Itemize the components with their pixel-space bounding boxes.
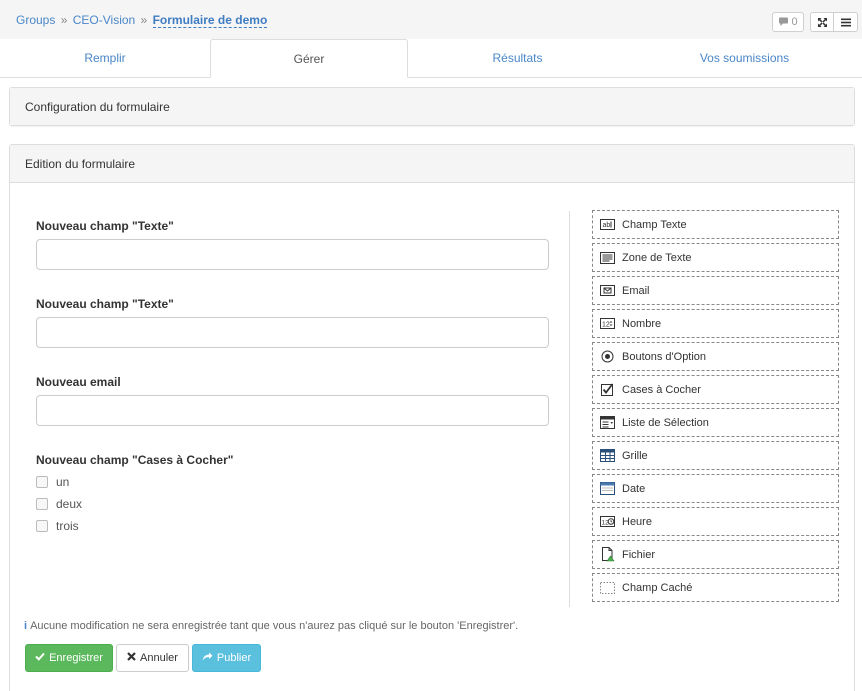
palette-label: Liste de Sélection — [622, 416, 709, 429]
field-label-text-2: Nouveau champ "Texte" — [36, 297, 174, 311]
svg-text:ab: ab — [603, 222, 611, 229]
publish-button[interactable]: Publier — [192, 644, 261, 672]
edit-panel-title: Edition du formulaire — [10, 145, 854, 183]
palette-champ-texte[interactable]: ab Champ Texte — [592, 210, 839, 239]
palette-heure[interactable]: 12 Heure — [592, 507, 839, 536]
palette-label: Boutons d'Option — [622, 350, 707, 363]
palette-label: Champ Texte — [622, 218, 687, 231]
tab-vos-soumissions[interactable]: Vos soumissions — [627, 39, 862, 78]
info-icon: i — [24, 620, 28, 632]
checkbox[interactable] — [36, 498, 48, 510]
config-panel[interactable]: Configuration du formulaire — [9, 87, 855, 126]
tab-resultats[interactable]: Résultats — [408, 39, 627, 78]
palette-nombre[interactable]: 12 Nombre — [592, 309, 839, 338]
share-icon — [202, 652, 213, 664]
comments-count: 0 — [791, 16, 798, 28]
palette-email[interactable]: Email — [592, 276, 839, 305]
checkbox-option-deux[interactable]: deux — [36, 497, 82, 511]
breadcrumb-current-form[interactable]: Formulaire de demo — [152, 13, 268, 28]
config-panel-title[interactable]: Configuration du formulaire — [10, 88, 854, 125]
palette-liste-selection[interactable]: Liste de Sélection — [592, 408, 839, 437]
email-field[interactable] — [36, 395, 549, 426]
checkbox-label: deux — [56, 497, 83, 511]
expand-button[interactable] — [810, 12, 834, 32]
checkbox[interactable] — [36, 476, 48, 488]
cancel-label: Annuler — [140, 652, 178, 664]
breadcrumb-separator: » — [140, 13, 148, 27]
menu-button[interactable] — [834, 12, 858, 32]
comment-icon — [778, 17, 789, 27]
tab-bar: Remplir Gérer Résultats Vos soumissions — [0, 39, 862, 78]
palette-date[interactable]: Date — [592, 474, 839, 503]
number-icon: 12 — [600, 317, 615, 330]
textarea-icon — [600, 251, 615, 264]
file-icon — [600, 547, 615, 562]
tab-remplir[interactable]: Remplir — [0, 39, 210, 78]
close-icon — [127, 652, 136, 664]
palette-label: Cases à Cocher — [622, 383, 701, 396]
radio-icon — [600, 350, 615, 363]
checkbox[interactable] — [36, 520, 48, 532]
checkbox-label: trois — [56, 519, 79, 533]
text-field-icon: ab — [600, 218, 615, 231]
svg-text:12: 12 — [602, 322, 610, 329]
save-label: Enregistrer — [49, 652, 103, 664]
palette-grille[interactable]: Grille — [592, 441, 839, 470]
cancel-button[interactable]: Annuler — [116, 644, 189, 672]
menu-icon — [840, 18, 851, 27]
palette-label: Date — [622, 482, 646, 495]
expand-icon — [817, 17, 828, 28]
clock-icon: 12 — [600, 515, 615, 528]
checkbox-option-trois[interactable]: trois — [36, 519, 79, 533]
palette-label: Email — [622, 284, 650, 297]
select-list-icon — [600, 416, 615, 429]
checkbox-label: un — [56, 475, 70, 489]
checkbox-option-un[interactable]: un — [36, 475, 69, 489]
hidden-field-icon — [600, 581, 615, 594]
notice-text: Aucune modification ne sera enregistrée … — [30, 620, 519, 632]
view-buttons — [810, 12, 858, 32]
comments-button[interactable]: 0 — [772, 12, 804, 32]
grid-icon — [600, 449, 615, 462]
check-icon — [35, 652, 45, 664]
field-label-text-1: Nouveau champ "Texte" — [36, 219, 174, 233]
field-label-email: Nouveau email — [36, 375, 121, 389]
tab-gerer[interactable]: Gérer — [210, 39, 408, 78]
save-button[interactable]: Enregistrer — [25, 644, 113, 672]
palette-zone-de-texte[interactable]: Zone de Texte — [592, 243, 839, 272]
palette-label: Heure — [622, 515, 652, 528]
checkbox-icon — [600, 383, 615, 396]
breadcrumb-ceo-vision[interactable]: CEO-Vision — [73, 13, 135, 27]
palette-label: Grille — [622, 449, 648, 462]
publish-label: Publier — [216, 652, 252, 664]
palette-label: Fichier — [622, 548, 656, 561]
vertical-divider — [569, 211, 570, 607]
palette-fichier[interactable]: Fichier — [592, 540, 839, 569]
header-actions: 0 — [772, 12, 858, 32]
palette-label: Champ Caché — [622, 581, 693, 594]
palette-boutons-option[interactable]: Boutons d'Option — [592, 342, 839, 371]
top-bar: Groups » CEO-Vision » Formulaire de demo… — [0, 0, 862, 39]
unsaved-notice: i Aucune modification ne sera enregistrée… — [24, 620, 518, 632]
breadcrumb-separator: » — [60, 13, 68, 27]
calendar-icon — [600, 482, 615, 495]
palette-label: Zone de Texte — [622, 251, 692, 264]
email-icon — [600, 284, 615, 297]
text-field-1[interactable] — [36, 239, 549, 270]
field-label-checkboxes: Nouveau champ "Cases à Cocher" — [36, 453, 234, 467]
palette-cases-a-cocher[interactable]: Cases à Cocher — [592, 375, 839, 404]
palette-label: Nombre — [622, 317, 662, 330]
breadcrumb-groups[interactable]: Groups — [16, 13, 55, 27]
palette-champ-cache[interactable]: Champ Caché — [592, 573, 839, 602]
breadcrumb: Groups » CEO-Vision » Formulaire de demo — [16, 13, 268, 28]
text-field-2[interactable] — [36, 317, 549, 348]
